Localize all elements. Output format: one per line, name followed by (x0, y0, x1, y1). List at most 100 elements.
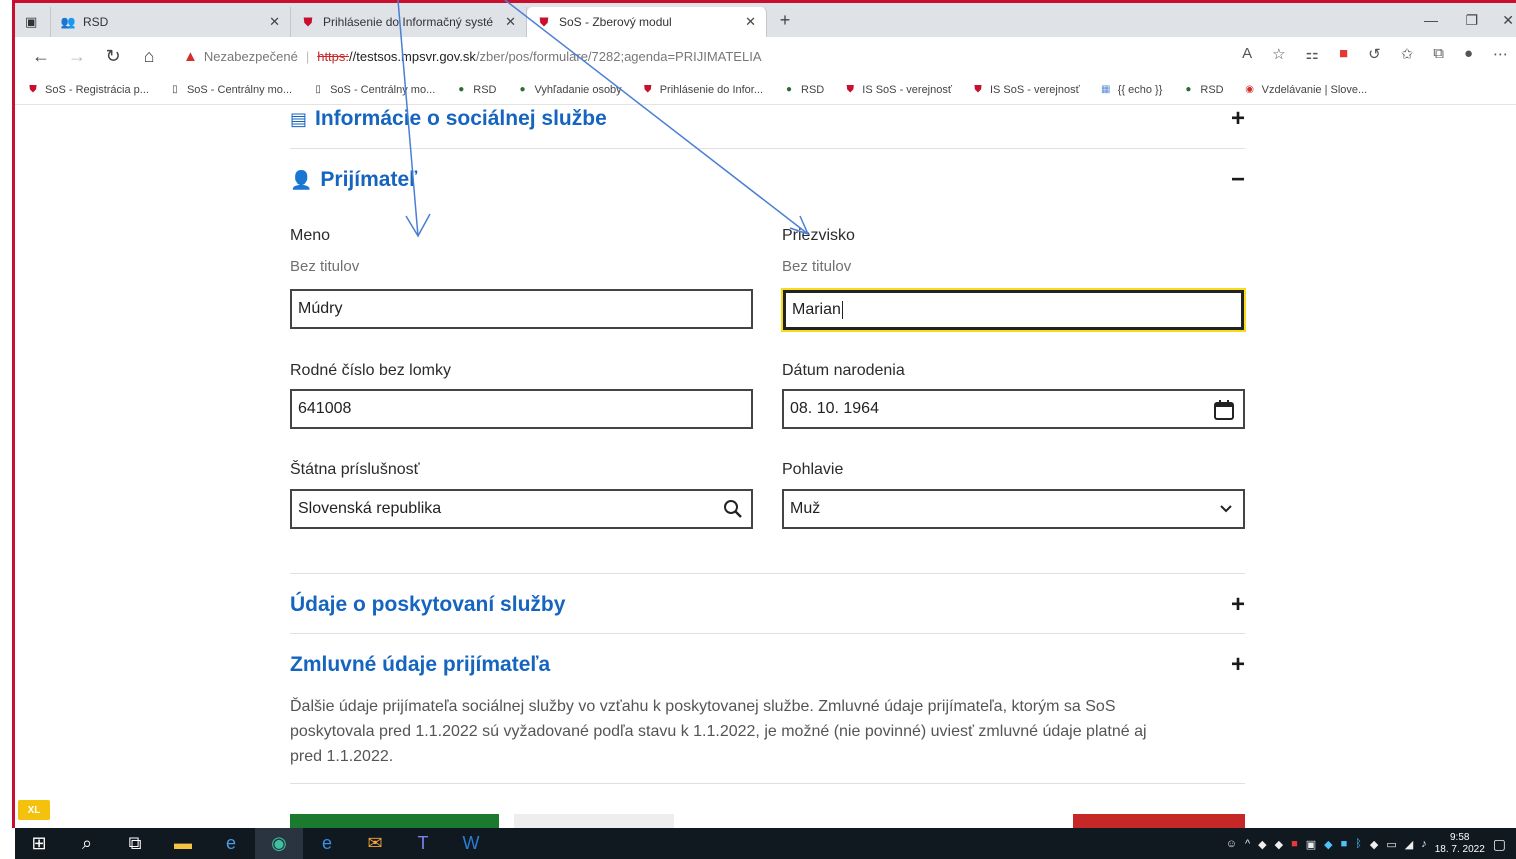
edge-legacy-icon[interactable]: e (303, 833, 351, 854)
people-icon: ● (458, 84, 465, 95)
bookmark-item[interactable]: ● RSD (783, 84, 824, 96)
teams-icon[interactable]: T (399, 833, 447, 854)
tray-app-icon[interactable]: ■ (1291, 838, 1298, 850)
divider (290, 783, 1245, 784)
internet-explorer-icon[interactable]: e (207, 833, 255, 854)
page-content: ▤ Informácie o sociálnej službe + 👤 Prij… (15, 105, 1516, 828)
tray-app-icon[interactable]: ◆ (1258, 838, 1266, 851)
first-name-value: Múdry (298, 300, 343, 317)
people-icon: 👥 (60, 15, 76, 29)
taskbar-clock[interactable]: 9:58 18. 7. 2022 (1435, 832, 1485, 856)
bookmark-item[interactable]: ● RSD (1182, 84, 1223, 96)
accordion-recipient-header[interactable]: 👤 Prijímateľ − (290, 165, 1245, 195)
tab-prihlasenie[interactable]: ⛊ Prihlásenie do Informačný systé ✕ (291, 7, 527, 37)
windows-start-icon[interactable]: ⊞ (15, 833, 63, 854)
expand-icon[interactable]: + (1231, 591, 1245, 619)
tab-label: SoS - Zberový modul (559, 15, 672, 29)
first-name-input[interactable]: Múdry (290, 289, 753, 329)
show-hidden-icons-icon[interactable]: ^ (1245, 838, 1250, 850)
battery-icon[interactable]: ▭ (1386, 838, 1396, 851)
word-icon[interactable]: W (447, 833, 495, 854)
bookmark-item[interactable]: ⛊ IS SoS - verejnosť (972, 83, 1080, 96)
gender-select[interactable]: Muž (782, 489, 1245, 529)
tray-app-icon[interactable]: ■ (1341, 838, 1348, 850)
collapse-icon[interactable]: − (1231, 166, 1245, 194)
read-aloud-icon[interactable]: A (1242, 45, 1252, 63)
bookmark-label: Vyhľadanie osoby (534, 83, 622, 96)
close-icon[interactable]: ✕ (269, 14, 280, 30)
tab-actions-button[interactable]: ▣ (15, 7, 51, 37)
bookmark-item[interactable]: ▯ SoS - Centrálny mo... (312, 84, 435, 96)
birth-number-input[interactable]: 641008 (290, 389, 753, 429)
bookmark-item[interactable]: ▯ SoS - Centrálny mo... (169, 84, 292, 96)
secondary-button[interactable] (514, 814, 674, 828)
gender-value: Muž (790, 500, 821, 517)
edge-browser-icon[interactable]: ◉ (255, 828, 303, 859)
bookmark-item[interactable]: ● Vyhľadanie osoby (516, 84, 621, 96)
tray-app-icon[interactable]: ◆ (1324, 838, 1332, 851)
nationality-input[interactable]: Slovenská republika (290, 489, 753, 529)
divider (290, 633, 1245, 634)
home-icon[interactable]: ⌂ (131, 46, 167, 67)
expand-icon[interactable]: + (1231, 651, 1245, 679)
people-tray-icon[interactable]: ☺ (1226, 838, 1237, 850)
extension-icon[interactable]: ⚏ (1306, 45, 1319, 63)
profile-avatar-icon[interactable]: ● (1464, 45, 1473, 63)
file-explorer-icon[interactable]: ▬ (159, 833, 207, 854)
refresh-icon[interactable]: ↻ (95, 46, 131, 67)
network-icon[interactable]: ◢ (1405, 838, 1413, 851)
accordion-contract-header[interactable]: Zmluvné údaje prijímateľa + (290, 649, 1245, 681)
favorites-icon[interactable]: ✩ (1401, 45, 1414, 63)
tab-rsd[interactable]: 👥 RSD ✕ (51, 7, 291, 37)
url-field[interactable]: ▲ Nezabezpečené | https: //testsos.mpsvr… (183, 48, 762, 65)
system-tray: ☺ ^ ◆ ◆ ■ ▣ ◆ ■ ᛒ ◆ ▭ ◢ ♪ 9:58 18. 7. 20… (1226, 832, 1506, 856)
task-view-icon[interactable]: ⧉ (111, 833, 159, 854)
tray-app-icon[interactable]: ◆ (1370, 838, 1378, 851)
bookmark-item[interactable]: ▦ {{ echo }} (1100, 84, 1162, 96)
forward-icon[interactable]: → (59, 46, 95, 67)
tab-label: Prihlásenie do Informačný systé (323, 15, 493, 29)
shield-icon: ⛊ (846, 84, 855, 95)
tray-app-icon[interactable]: ◆ (1275, 838, 1283, 851)
close-icon[interactable]: ✕ (745, 14, 756, 30)
bluetooth-icon[interactable]: ᛒ (1355, 838, 1362, 850)
close-icon[interactable]: ✕ (505, 14, 516, 30)
bookmark-item[interactable]: ⛊ Prihlásenie do Infor... (642, 84, 763, 96)
close-window-icon[interactable]: ✕ (1502, 12, 1514, 29)
bookmark-label: IS SoS - verejnosť (989, 83, 1080, 96)
browser-tab-strip: ▣ 👥 RSD ✕ ⛊ Prihlásenie do Informačný sy… (15, 3, 1516, 37)
xl-badge-icon[interactable]: XL (18, 800, 50, 820)
save-button[interactable] (290, 814, 499, 828)
accordion-service-header[interactable]: Údaje o poskytovaní služby + (290, 589, 1245, 621)
tray-app-icon[interactable]: ▣ (1306, 838, 1316, 851)
back-icon[interactable]: ← (23, 46, 59, 67)
outlook-icon[interactable]: ✉ (351, 833, 399, 854)
collections-icon[interactable]: ⧉ (1433, 45, 1444, 63)
bookmark-item[interactable]: ● RSD (455, 84, 496, 96)
more-menu-icon[interactable]: ⋯ (1493, 45, 1508, 63)
accordion-info-header[interactable]: ▤ Informácie o sociálnej službe + (290, 105, 1245, 133)
notifications-icon[interactable]: ▢ (1493, 836, 1506, 853)
sync-icon[interactable]: ↺ (1368, 45, 1381, 63)
bookmark-item[interactable]: ◉ Vzdelávanie | Slove... (1244, 84, 1367, 96)
grid-icon: ▦ (1100, 84, 1111, 95)
search-icon[interactable] (723, 499, 743, 524)
bookmark-item[interactable]: ⛊ SoS - Registrácia p... (27, 84, 149, 96)
add-favorite-icon[interactable]: ☆ (1272, 45, 1285, 63)
bookmark-item[interactable]: ⛊ IS SoS - verejnosť (844, 84, 952, 96)
expand-icon[interactable]: + (1231, 105, 1245, 133)
restore-icon[interactable]: ❐ (1465, 12, 1478, 29)
birth-date-input[interactable]: 08. 10. 1964 (782, 389, 1245, 429)
search-icon[interactable]: ⌕ (63, 833, 111, 854)
pdf-extension-icon[interactable]: ■ (1339, 45, 1348, 63)
tab-sos-zberovy-modul[interactable]: ⛊ SoS - Zberový modul ✕ (527, 7, 767, 37)
delete-button[interactable] (1073, 814, 1245, 828)
contract-description-line: poskytovala pred 1.1.2022 sú vyžadované … (290, 723, 1147, 740)
minimize-icon[interactable]: — (1424, 12, 1438, 28)
last-name-input[interactable]: Marian (781, 288, 1246, 332)
volume-icon[interactable]: ♪ (1421, 838, 1427, 850)
bookmark-label: RSD (1200, 83, 1224, 96)
new-tab-button[interactable]: + (767, 10, 803, 31)
url-separator: | (305, 48, 310, 64)
calendar-icon[interactable] (1213, 399, 1235, 426)
